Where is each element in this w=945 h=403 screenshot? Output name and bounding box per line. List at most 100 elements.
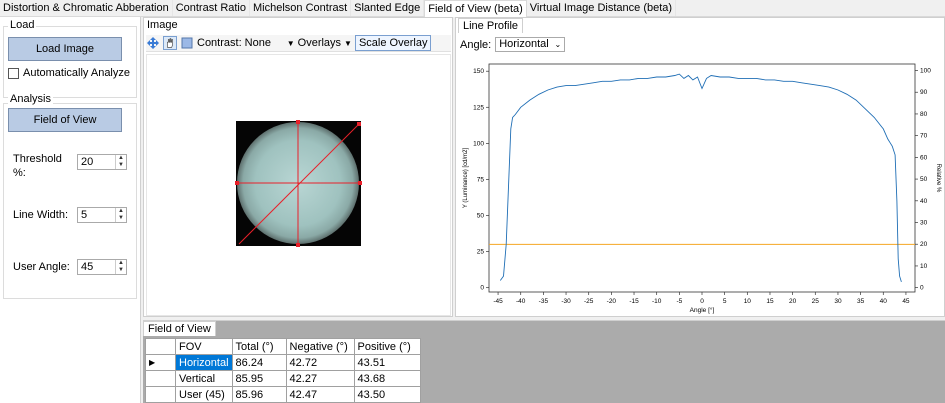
chevron-down-icon[interactable]: ⌄ [555, 38, 562, 51]
row-selector[interactable] [145, 370, 176, 387]
spin-down-icon[interactable]: ▼ [116, 215, 126, 222]
cell-total[interactable]: 85.95 [231, 370, 287, 387]
spin-up-icon[interactable]: ▲ [116, 260, 126, 267]
tab-contrast-ratio[interactable]: Contrast Ratio [173, 0, 250, 16]
tab-bar: Distortion & Chromatic Abberation Contra… [0, 0, 945, 17]
table-row[interactable]: Vertical 85.95 42.27 43.68 [145, 370, 421, 387]
x-tick-label: 30 [834, 298, 842, 305]
plot-area [488, 63, 916, 293]
x-tick-label: 15 [766, 298, 774, 305]
hand-icon[interactable] [163, 36, 177, 50]
fov-results-title: Field of View [143, 321, 216, 336]
spin-down-icon[interactable]: ▼ [116, 267, 126, 274]
scale-overlay-button[interactable]: Scale Overlay [354, 35, 432, 51]
contrast-dropdown[interactable]: None ▼ [245, 37, 295, 49]
cell-fov[interactable]: User (45) [175, 386, 233, 403]
x-axis-label: Angle [°] [690, 306, 715, 314]
spin-up-icon[interactable]: ▲ [116, 208, 126, 215]
y2-tick-label: 30 [920, 220, 928, 227]
row-selector-icon[interactable]: ▶ [145, 354, 176, 371]
x-tick-label: 25 [812, 298, 820, 305]
column-header-total[interactable]: Total (°) [231, 338, 287, 355]
left-panel: Load Load Image Automatically Analyze An… [0, 17, 141, 403]
x-tick-label: -25 [584, 298, 594, 305]
angle-value[interactable]: Horizontal [499, 38, 549, 50]
y2-tick-label: 60 [920, 154, 928, 161]
y-axis-label: Y (Luminance) [cd/m2] [463, 148, 469, 209]
line-width-stepper[interactable]: 5 ▲ ▼ [77, 207, 127, 223]
y-tick-label: 100 [473, 140, 484, 147]
tab-michelson-contrast[interactable]: Michelson Contrast [250, 0, 352, 16]
spin-down-icon[interactable]: ▼ [116, 162, 126, 169]
overlay-marker [296, 243, 300, 247]
chevron-down-icon[interactable]: ▼ [344, 39, 352, 48]
line-profile-chart[interactable]: -45 -40 -35 -30 -25 -20 -15 -10 -5 0 5 10 15 20 25 30 35… [457, 54, 943, 316]
cell-total[interactable]: 85.96 [231, 386, 287, 403]
tab-field-of-view[interactable]: Field of View (beta) [424, 0, 527, 17]
cell-negative[interactable]: 42.47 [285, 386, 355, 403]
y-tick-label: 25 [477, 249, 485, 256]
y-tick-label: 50 [477, 213, 485, 220]
user-angle-value[interactable]: 45 [78, 260, 115, 274]
table-row[interactable]: User (45) 85.96 42.47 43.50 [145, 386, 421, 403]
x-tick-label: 5 [723, 298, 727, 305]
auto-analyze-checkbox[interactable]: Automatically Analyze [8, 67, 130, 79]
overlays-dropdown[interactable]: Overlays ▼ [298, 37, 352, 49]
load-group-title: Load [8, 19, 37, 31]
line-width-value[interactable]: 5 [78, 208, 115, 222]
load-image-button[interactable]: Load Image [8, 37, 122, 61]
image-toolbar: Contrast: None ▼ Overlays ▼ Scale Overla… [146, 35, 451, 52]
table-header-row: FOV Total (°) Negative (°) Positive (°) [145, 338, 421, 355]
row-selector[interactable] [145, 386, 176, 403]
image-panel: Image Contrast: None ▼ Overlays ▼ Scale … [143, 17, 453, 317]
cell-total[interactable]: 86.24 [231, 354, 287, 371]
cell-negative[interactable]: 42.72 [285, 354, 355, 371]
angle-select[interactable]: Horizontal ⌄ [495, 37, 566, 52]
cell-fov[interactable]: Horizontal [175, 354, 233, 371]
chevron-down-icon[interactable]: ▼ [287, 39, 295, 48]
x-tick-label: -5 [676, 298, 682, 305]
y2-tick-label: 0 [920, 285, 924, 292]
tab-distortion[interactable]: Distortion & Chromatic Abberation [0, 0, 173, 16]
y2-tick-label: 100 [920, 68, 931, 75]
x-tick-label: 20 [789, 298, 797, 305]
y2-tick-label: 10 [920, 263, 928, 270]
x-tick-label: -15 [629, 298, 639, 305]
cell-negative[interactable]: 42.27 [285, 370, 355, 387]
threshold-stepper[interactable]: 20 ▲ ▼ [77, 154, 127, 170]
cell-positive[interactable]: 43.50 [353, 386, 421, 403]
user-angle-label: User Angle: [13, 261, 70, 273]
y2-axis-label: Relative % [935, 164, 941, 193]
y2-tick-label: 80 [920, 111, 928, 118]
overlay-marker [357, 122, 361, 126]
auto-analyze-label: Automatically Analyze [23, 67, 130, 79]
threshold-value[interactable]: 20 [78, 155, 115, 169]
column-header-fov[interactable]: FOV [175, 338, 233, 355]
y-tick-label: 125 [473, 104, 484, 111]
checkbox-box[interactable] [8, 67, 19, 79]
fov-results-panel: Field of View FOV Total (°) Negative (°)… [143, 320, 945, 403]
contrast-value[interactable]: None [245, 37, 271, 49]
overlays-label[interactable]: Overlays [298, 37, 341, 49]
column-header-negative[interactable]: Negative (°) [285, 338, 355, 355]
spin-up-icon[interactable]: ▲ [116, 155, 126, 162]
field-of-view-button[interactable]: Field of View [8, 108, 122, 132]
cell-positive[interactable]: 43.51 [353, 354, 421, 371]
y2-tick-label: 20 [920, 241, 928, 248]
contrast-label: Contrast: [197, 37, 242, 49]
y-tick-label: 75 [477, 176, 485, 183]
x-tick-label: 45 [902, 298, 910, 305]
cell-fov[interactable]: Vertical [175, 370, 233, 387]
y2-tick-label: 40 [920, 198, 928, 205]
image-viewport[interactable] [146, 54, 451, 316]
rectangle-select-icon[interactable] [180, 36, 194, 50]
overlay-marker [358, 181, 362, 185]
table-row[interactable]: ▶ Horizontal 86.24 42.72 43.51 [145, 354, 421, 371]
user-angle-stepper[interactable]: 45 ▲ ▼ [77, 259, 127, 275]
tab-virtual-image-distance[interactable]: Virtual Image Distance (beta) [527, 0, 677, 16]
column-header-positive[interactable]: Positive (°) [353, 338, 421, 355]
tab-slanted-edge[interactable]: Slanted Edge [351, 0, 425, 16]
pan-arrows-icon[interactable] [146, 36, 160, 50]
cell-positive[interactable]: 43.68 [353, 370, 421, 387]
line-profile-tab[interactable]: Line Profile [458, 18, 524, 33]
